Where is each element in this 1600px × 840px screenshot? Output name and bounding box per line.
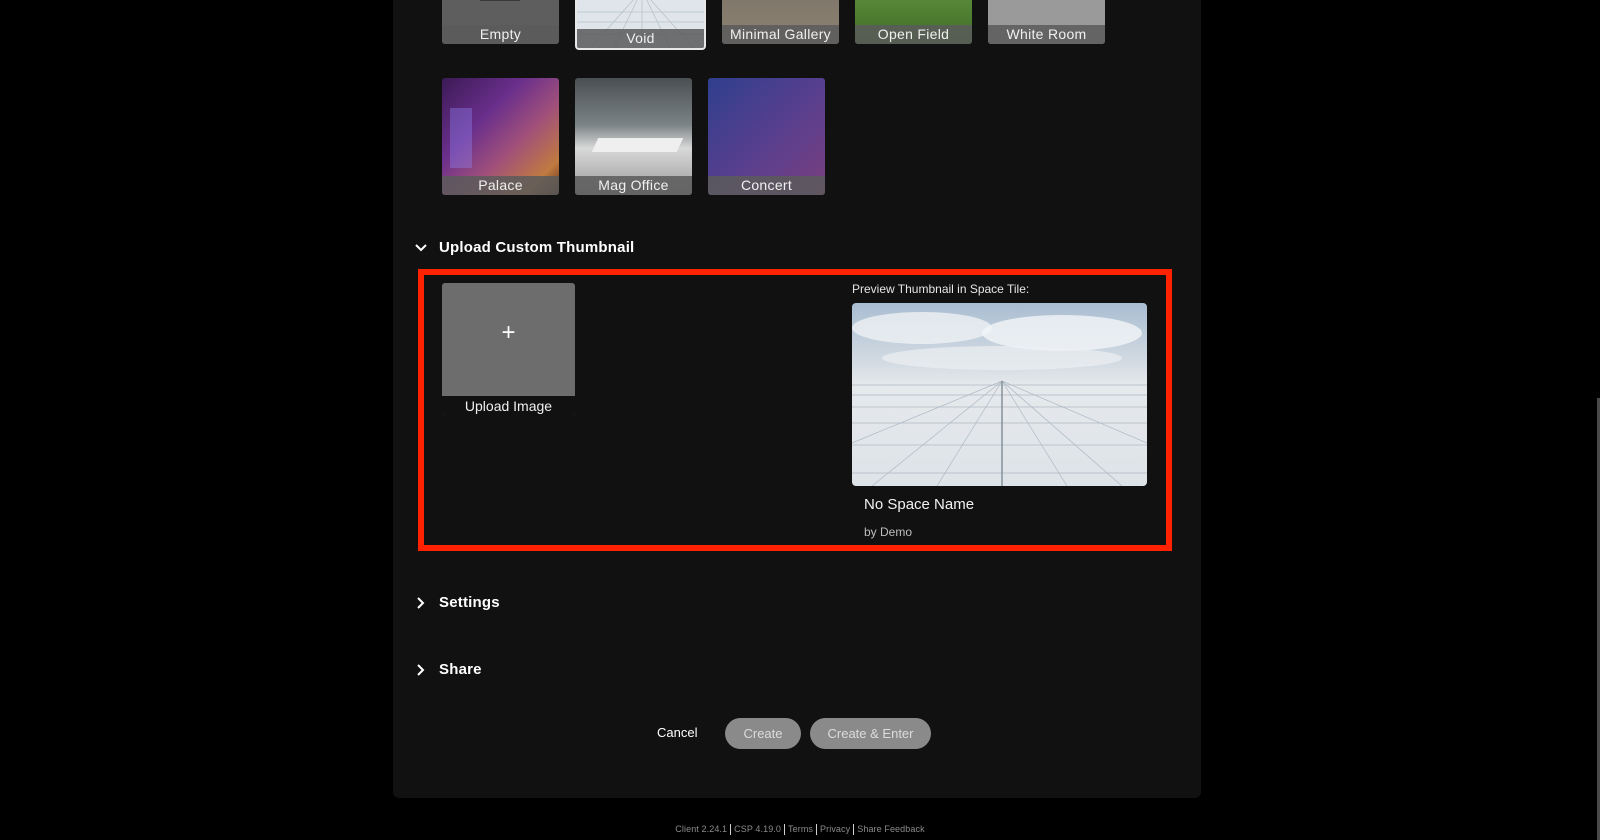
upload-thumbnail-section-header[interactable]: Upload Custom Thumbnail [413, 239, 634, 256]
footer-divider [816, 824, 818, 836]
void-preview-image [852, 303, 1147, 486]
env-tile-minimal-gallery[interactable]: Minimal Gallery [722, 0, 839, 44]
footer-divider [853, 824, 855, 836]
office-table-detail [591, 138, 684, 152]
env-tile-label: Concert [708, 176, 825, 195]
csp-version: CSP 4.19.0 [734, 824, 782, 834]
env-tile-label: Open Field [855, 25, 972, 44]
share-section-header[interactable]: Share [413, 661, 482, 678]
empty-placeholder-icon [480, 0, 520, 1]
space-name: No Space Name [864, 496, 975, 513]
create-button[interactable]: Create [725, 718, 801, 749]
env-tile-void[interactable]: Void [575, 0, 706, 50]
section-title: Share [439, 661, 482, 678]
section-title: Settings [439, 594, 500, 611]
env-tile-palace[interactable]: Palace [442, 78, 559, 195]
upload-image-button[interactable]: + Upload Image [442, 283, 575, 416]
settings-section-header[interactable]: Settings [413, 594, 500, 611]
preview-thumbnail [852, 303, 1147, 486]
env-tile-empty[interactable]: Empty [442, 0, 559, 44]
plus-icon: + [501, 319, 516, 346]
env-tile-label: White Room [988, 25, 1105, 44]
env-tile-label: Minimal Gallery [722, 25, 839, 44]
env-tile-white-room[interactable]: White Room [988, 0, 1105, 44]
env-tile-mag-office[interactable]: Mag Office [575, 78, 692, 195]
preview-label: Preview Thumbnail in Space Tile: [852, 282, 1030, 296]
env-tile-concert[interactable]: Concert [708, 78, 825, 195]
footer: Client 2.24.1 CSP 4.19.0 Terms Privacy Share… [0, 824, 1600, 836]
create-and-enter-button[interactable]: Create & Enter [810, 718, 931, 749]
env-tile-label: Void [577, 29, 704, 48]
section-title: Upload Custom Thumbnail [439, 239, 635, 256]
upload-image-label: Upload Image [442, 396, 575, 416]
share-feedback-link[interactable]: Share Feedback [857, 824, 924, 834]
env-tile-label: Palace [442, 176, 559, 195]
chevron-right-icon [417, 596, 425, 609]
cancel-button[interactable]: Cancel [657, 725, 697, 740]
privacy-link[interactable]: Privacy [820, 824, 850, 834]
terms-link[interactable]: Terms [788, 824, 813, 834]
space-author: by Demo [864, 525, 913, 539]
chevron-down-icon [415, 243, 427, 251]
client-version: Client 2.24.1 [675, 824, 728, 834]
env-tile-label: Empty [442, 25, 559, 44]
footer-divider [730, 824, 732, 836]
palace-window-detail [450, 108, 472, 168]
env-tile-label: Mag Office [575, 176, 692, 195]
chevron-right-icon [417, 663, 425, 676]
env-tile-open-field[interactable]: Open Field [855, 0, 972, 44]
footer-divider [784, 824, 786, 836]
